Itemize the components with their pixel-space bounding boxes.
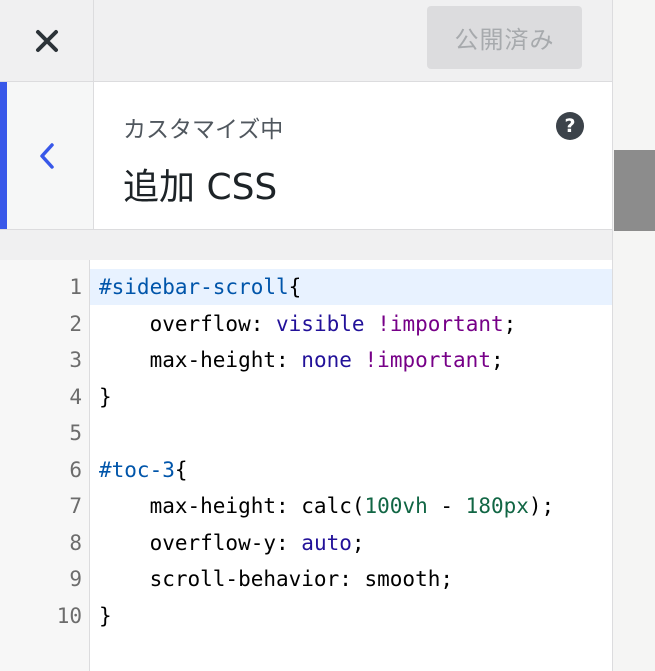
code-token: visible: [276, 311, 365, 336]
code-token: }: [99, 384, 112, 409]
code-token: #toc-3: [99, 457, 175, 482]
section-header: カスタマイズ中 追加 CSS ?: [0, 82, 612, 230]
code-text[interactable]: max-height: calc(100vh - 180px);: [90, 488, 612, 524]
section-title: 追加 CSS: [123, 167, 278, 208]
code-token: max-height: calc(: [99, 494, 365, 518]
code-text[interactable]: }: [90, 598, 612, 634]
line-number: 6: [69, 457, 82, 482]
code-line[interactable]: 1 #sidebar-scroll{: [0, 269, 612, 305]
line-number: 2: [69, 311, 82, 336]
code-line[interactable]: 8 overflow-y: auto;: [0, 525, 612, 561]
code-line[interactable]: 3 max-height: none !important;: [0, 342, 612, 378]
code-line[interactable]: 9 scroll-behavior: smooth;: [0, 561, 612, 597]
code-token: scroll-behavior: smooth;: [99, 567, 454, 591]
customizer-topbar: 公開済み: [0, 0, 612, 82]
css-code-editor[interactable]: 1 #sidebar-scroll{2 overflow: visible !im…: [0, 260, 612, 671]
line-number: 5: [69, 421, 82, 445]
close-icon: [35, 29, 58, 52]
code-token: -: [427, 494, 466, 518]
line-number: 1: [69, 275, 82, 299]
code-line[interactable]: 2 overflow: visible !important;: [0, 306, 612, 342]
back-button[interactable]: [0, 82, 94, 229]
code-line[interactable]: 4}: [0, 379, 612, 415]
code-line[interactable]: 6 #toc-3{: [0, 452, 612, 488]
code-line[interactable]: 5: [0, 415, 612, 451]
code-text[interactable]: max-height: none !important;: [90, 342, 612, 378]
code-token: {: [174, 457, 188, 482]
line-number: 10: [56, 603, 82, 628]
code-token: overflow:: [99, 311, 277, 336]
code-text[interactable]: }: [90, 379, 612, 415]
code-token: ;: [490, 348, 504, 372]
line-number: 8: [69, 530, 82, 555]
customizer-panel: 公開済み カスタマイズ中 追加 CSS ? 1 #sidebar-scroll{2…: [0, 0, 613, 671]
help-icon[interactable]: ?: [556, 112, 584, 140]
code-token: );: [528, 494, 555, 518]
code-token: {: [288, 275, 302, 299]
code-token: #sidebar-scroll: [99, 275, 289, 299]
code-text[interactable]: overflow-y: auto;: [90, 525, 612, 561]
code-token: 100vh: [364, 494, 428, 518]
code-token: ;: [503, 311, 517, 336]
preview-scrollbar[interactable]: [614, 150, 655, 231]
code-token: overflow-y:: [99, 530, 302, 555]
close-button[interactable]: [0, 0, 94, 81]
code-token: }: [99, 603, 112, 628]
code-line[interactable]: 7 max-height: calc(100vh - 180px);: [0, 488, 612, 524]
code-token: auto: [301, 530, 352, 555]
code-token: ;: [351, 530, 365, 555]
code-token: !important: [377, 311, 504, 336]
line-number: 9: [69, 567, 82, 591]
code-line[interactable]: 10}: [0, 598, 612, 634]
code-token: 180px: [465, 494, 529, 518]
line-number: 3: [69, 348, 82, 372]
code-token: !important: [364, 348, 491, 372]
preview-background: [613, 0, 655, 671]
line-number: 7: [69, 494, 82, 518]
code-text[interactable]: #sidebar-scroll{: [90, 269, 612, 305]
customizing-label: カスタマイズ中: [123, 117, 284, 143]
code-text[interactable]: [90, 415, 612, 451]
code-text[interactable]: overflow: visible !important;: [90, 306, 612, 342]
line-number: 4: [69, 384, 82, 409]
code-token: max-height:: [99, 348, 302, 372]
code-token: none: [301, 348, 352, 372]
publish-button[interactable]: 公開済み: [427, 6, 582, 69]
chevron-left-icon: [39, 142, 54, 169]
code-text[interactable]: scroll-behavior: smooth;: [90, 561, 612, 597]
code-text[interactable]: #toc-3{: [90, 452, 612, 488]
